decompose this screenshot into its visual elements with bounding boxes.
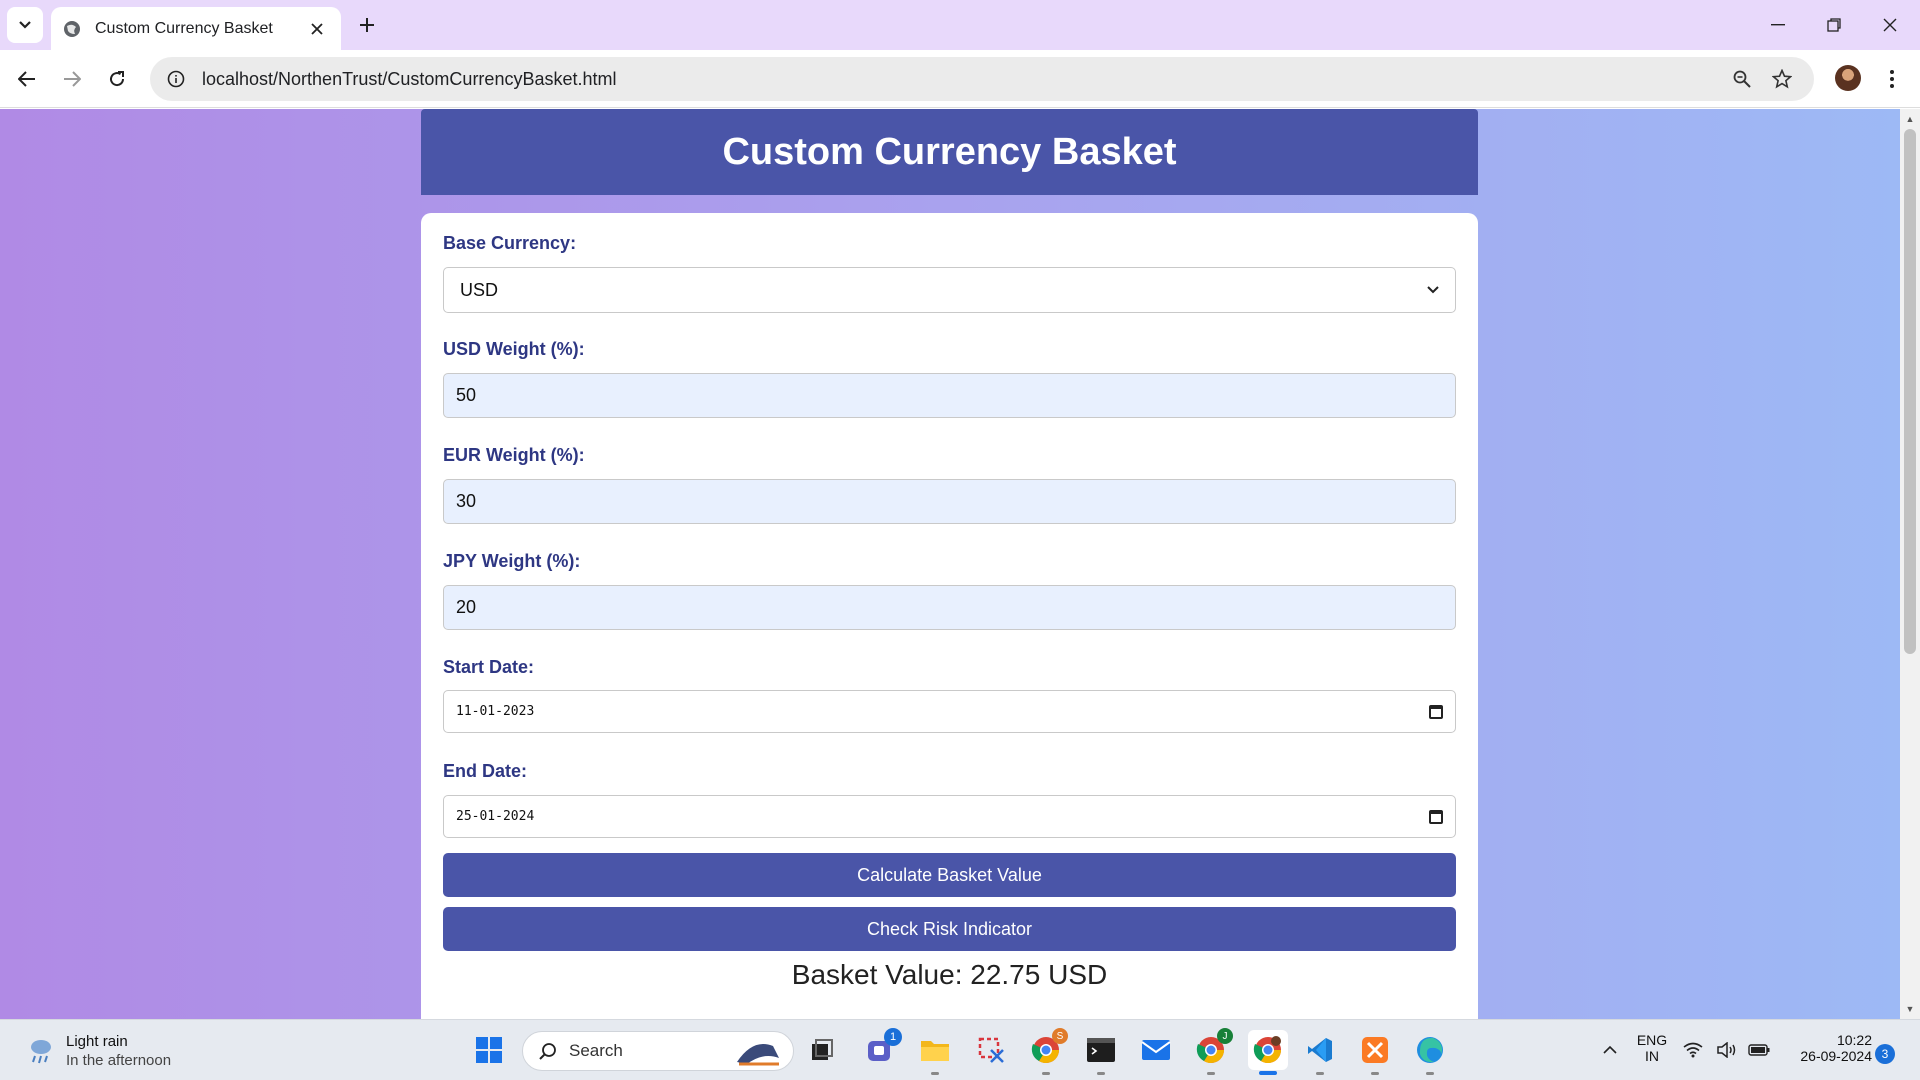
- running-indicator: [931, 1072, 939, 1075]
- start-date-label: Start Date:: [443, 657, 535, 677]
- scroll-up-icon[interactable]: ▲: [1904, 113, 1916, 125]
- restore-icon[interactable]: [1806, 0, 1862, 50]
- browser-toolbar: localhost/NorthenTrust/CustomCurrencyBas…: [0, 50, 1920, 108]
- chrome-profile-badge: S: [1052, 1028, 1068, 1044]
- tab-list-icon[interactable]: [7, 7, 43, 43]
- profile-avatar[interactable]: [1835, 65, 1861, 91]
- info-icon[interactable]: [154, 57, 198, 101]
- rain-cloud-icon: [31, 1040, 51, 1064]
- xampp-icon[interactable]: [1357, 1032, 1393, 1068]
- language-bottom: IN: [1645, 1048, 1659, 1064]
- edge-icon[interactable]: [1412, 1032, 1448, 1068]
- minimize-icon[interactable]: [1750, 0, 1806, 50]
- eur-weight-label: EUR Weight (%):: [443, 445, 585, 465]
- basket-value-result: Basket Value: 22.75 USD: [791, 959, 1108, 990]
- active-indicator: [1259, 1071, 1277, 1075]
- language-indicator[interactable]: ENG IN: [1634, 1032, 1670, 1064]
- search-highlight-icon: [737, 1044, 779, 1066]
- running-indicator: [1316, 1072, 1324, 1075]
- check-risk-button[interactable]: Check Risk Indicator: [443, 907, 1456, 951]
- base-currency-select[interactable]: USD: [443, 267, 1456, 313]
- teams-badge: 1: [884, 1028, 902, 1046]
- notification-badge[interactable]: 3: [1875, 1044, 1895, 1064]
- search-icon: [539, 1043, 556, 1060]
- window-close-icon[interactable]: [1862, 0, 1918, 50]
- battery-icon[interactable]: [1746, 1032, 1772, 1068]
- base-currency-label: Base Currency:: [443, 233, 577, 253]
- calculate-basket-button[interactable]: Calculate Basket Value: [443, 853, 1456, 897]
- tab-title: Custom Currency Basket: [95, 19, 273, 37]
- chrome-profile-badge: J: [1217, 1028, 1233, 1044]
- page-viewport: Custom Currency Basket Base Currency: US…: [0, 109, 1900, 1019]
- windows-start-icon[interactable]: [471, 1032, 507, 1068]
- taskbar-search-label: Search: [569, 1041, 623, 1060]
- usd-weight-value: 50: [456, 385, 477, 405]
- eur-weight-input[interactable]: 30: [443, 479, 1456, 524]
- address-bar[interactable]: localhost/NorthenTrust/CustomCurrencyBas…: [150, 57, 1814, 101]
- running-indicator: [1042, 1072, 1050, 1075]
- running-indicator: [1371, 1072, 1379, 1075]
- globe-icon: [64, 20, 80, 37]
- usd-weight-input[interactable]: 50: [443, 373, 1456, 418]
- chevron-up-icon[interactable]: [1592, 1032, 1628, 1068]
- running-indicator: [1097, 1072, 1105, 1075]
- usd-weight-label: USD Weight (%):: [443, 339, 585, 359]
- calendar-icon[interactable]: [1429, 809, 1443, 824]
- star-icon[interactable]: [1770, 67, 1794, 91]
- clock[interactable]: 10:22 26-09-2024: [1782, 1032, 1872, 1064]
- clock-time: 10:22: [1836, 1032, 1872, 1048]
- start-date-input[interactable]: 11-01-2023: [443, 690, 1456, 733]
- task-view-icon[interactable]: [804, 1032, 840, 1068]
- jpy-weight-input[interactable]: 20: [443, 585, 1456, 630]
- file-explorer-icon[interactable]: [917, 1032, 953, 1068]
- zoom-icon[interactable]: [1730, 67, 1754, 91]
- url-text: localhost/NorthenTrust/CustomCurrencyBas…: [202, 68, 617, 89]
- wifi-icon[interactable]: [1680, 1032, 1706, 1068]
- kebab-menu-icon[interactable]: [1880, 66, 1904, 92]
- end-date-input[interactable]: 25-01-2024: [443, 795, 1456, 838]
- running-indicator: [1207, 1072, 1215, 1075]
- weather-subtitle: In the afternoon: [66, 1052, 172, 1069]
- forward-arrow-icon[interactable]: [55, 62, 89, 96]
- language-top: ENG: [1636, 1032, 1668, 1048]
- tab-strip: Custom Currency Basket: [0, 0, 1920, 50]
- page-title: Custom Currency Basket: [722, 130, 1177, 173]
- clock-date: 26-09-2024: [1800, 1048, 1872, 1064]
- browser-tab[interactable]: Custom Currency Basket: [51, 7, 341, 50]
- jpy-weight-label: JPY Weight (%):: [443, 551, 581, 571]
- teams-icon[interactable]: 1: [862, 1028, 902, 1068]
- basket-form: Base Currency: USD USD Weight (%): 50 EU…: [421, 213, 1478, 1019]
- start-date-value: 11-01-2023: [456, 704, 535, 719]
- plus-icon[interactable]: [352, 10, 382, 40]
- scroll-down-icon[interactable]: ▼: [1904, 1003, 1916, 1015]
- terminal-icon[interactable]: [1083, 1032, 1119, 1068]
- weather-widget[interactable]: Light rain In the afternoon: [26, 1032, 171, 1070]
- base-currency-value: USD: [460, 279, 499, 300]
- taskbar: Light rain In the afternoon Search 1 S J…: [0, 1019, 1920, 1080]
- end-date-value: 25-01-2024: [456, 809, 535, 824]
- end-date-label: End Date:: [443, 761, 528, 781]
- jpy-weight-value: 20: [456, 597, 477, 617]
- weather-title: Light rain: [66, 1033, 128, 1050]
- page-scrollbar[interactable]: ▲ ▼: [1900, 109, 1920, 1019]
- chrome-profile-j-icon[interactable]: J: [1193, 1028, 1233, 1068]
- back-arrow-icon[interactable]: [10, 62, 44, 96]
- eur-weight-value: 30: [456, 491, 477, 511]
- reload-icon[interactable]: [100, 62, 134, 96]
- chevron-down-icon: [1427, 286, 1439, 294]
- page-header: Custom Currency Basket: [421, 109, 1478, 195]
- chrome-profile-s-icon[interactable]: S: [1028, 1028, 1068, 1068]
- close-icon[interactable]: [305, 17, 329, 41]
- chrome-active-icon[interactable]: [1248, 1030, 1288, 1070]
- volume-icon[interactable]: [1714, 1032, 1740, 1068]
- snipping-tool-icon[interactable]: [973, 1032, 1009, 1068]
- mail-icon[interactable]: [1138, 1032, 1174, 1068]
- scroll-thumb[interactable]: [1904, 129, 1916, 654]
- running-indicator: [1426, 1072, 1434, 1075]
- calendar-icon[interactable]: [1429, 704, 1443, 719]
- vscode-icon[interactable]: [1302, 1032, 1338, 1068]
- taskbar-search[interactable]: Search: [522, 1031, 794, 1071]
